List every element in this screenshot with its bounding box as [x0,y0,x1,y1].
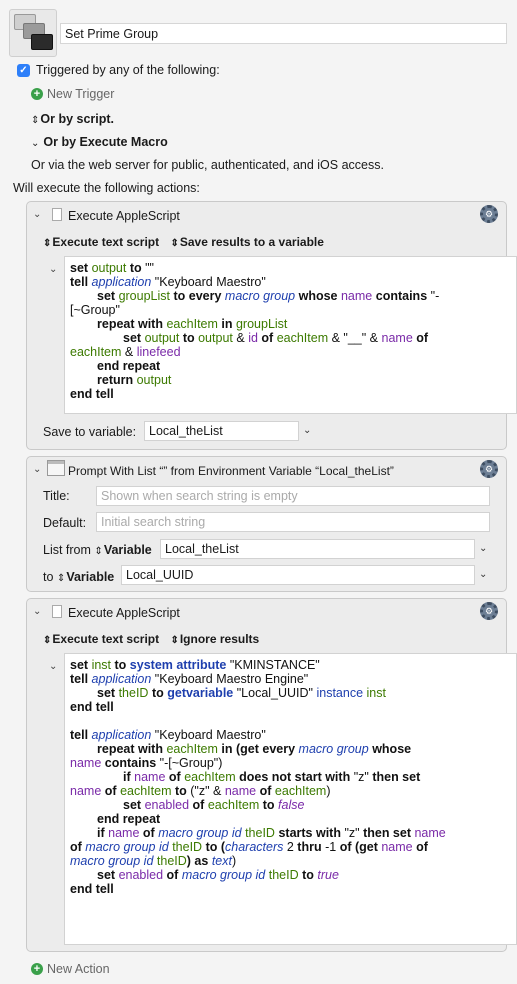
title-label: Title: [43,489,70,503]
action-execute-applescript-2: ⌄ Execute AppleScript ⚙ ⇕ Execute text sc… [26,598,517,952]
action-header: ⌄ Execute AppleScript ⚙ [27,599,506,625]
code-line: set inst to system attribute "KMINSTANCE… [70,658,320,672]
window-icon [47,460,65,476]
default-label: Default: [43,516,87,530]
code-line: tell application "Keyboard Maestro" [70,275,266,289]
triggered-label: Triggered by any of the following: [36,63,220,77]
will-execute-label: Will execute the following actions: [13,181,200,195]
code-line: end repeat [97,812,161,826]
chevron-down-icon[interactable]: ⌄ [303,425,311,436]
or-by-execute-macro-label: Or by Execute Macro [43,135,168,149]
sort-arrows-icon[interactable]: ⇕ [57,573,65,584]
code-line: set groupList to every macro group whose… [97,289,440,303]
script-editor[interactable]: set inst to system attribute "KMINSTANCE… [64,653,517,945]
code-line: end tell [70,700,114,714]
applescript-doc-icon [52,208,62,221]
new-trigger-plus-icon[interactable]: + [31,88,43,100]
default-field[interactable]: Initial search string [96,512,490,532]
save-results-popup[interactable]: ⇕ Save results to a variable [170,235,323,249]
action-options: ⇕ Execute text script ⇕ Ignore results [43,632,259,646]
code-line: tell application "Keyboard Maestro" [70,728,266,742]
sort-arrows-icon: ⇕ [170,635,178,646]
macro-name-field[interactable]: Set Prime Group [60,23,507,44]
code-line: set output to "" [70,261,154,275]
macro-icon[interactable] [9,9,57,57]
or-by-script-toggle[interactable]: ⇕ Or by script. [31,112,114,126]
sort-arrows-icon: ⇕ [43,635,51,646]
chevron-down-icon[interactable]: ⌄ [479,569,487,580]
action-header: ⌄ Prompt With List “” from Environment V… [27,457,506,483]
action-header: ⌄ Execute AppleScript ⚙ [27,202,506,228]
gear-icon[interactable]: ⚙ [480,205,498,223]
disclosure-triangle-icon[interactable]: ⌄ [33,209,41,220]
to-variable-field[interactable]: Local_UUID [121,565,475,585]
web-server-text: Or via the web server for public, authen… [31,158,384,172]
disclosure-triangle-icon[interactable]: ⌄ [33,606,41,617]
new-action-button[interactable]: New Action [47,962,110,976]
code-line: return output [97,373,172,387]
script-editor[interactable]: set output to "" tell application "Keybo… [64,256,517,414]
code-line: end repeat [97,359,161,373]
code-line: set enabled of macro group id theID to t… [97,868,339,882]
gear-icon[interactable]: ⚙ [480,460,498,478]
variable-popup[interactable]: Variable [104,543,152,557]
code-line: set output to output & id of eachItem & … [123,331,429,345]
list-from-field[interactable]: Local_theList [160,539,475,559]
action-execute-applescript-1: ⌄ Execute AppleScript ⚙ ⇕ Execute text sc… [26,201,517,450]
sort-arrows-icon: ⇕ [170,238,178,249]
code-line: tell application "Keyboard Maestro Engin… [70,672,309,686]
code-line: of macro group id theID to (characters 2… [70,840,428,854]
gear-icon[interactable]: ⚙ [480,602,498,620]
execute-text-script-popup[interactable]: ⇕ Execute text script [43,235,159,249]
code-line: set theID to getvariable "Local_UUID" in… [97,686,386,700]
code-line: macro group id theID) as text) [70,854,237,868]
or-by-execute-macro-toggle[interactable]: ⌄ Or by Execute Macro [31,135,168,149]
sort-arrows-icon: ⇕ [31,115,39,126]
list-from-row: List from ⇕ Variable [43,543,152,557]
new-action-plus-icon[interactable]: + [31,963,43,975]
sort-arrows-icon: ⇕ [43,238,51,249]
action-options: ⇕ Execute text script ⇕ Save results to a … [43,235,324,249]
code-line: set enabled of eachItem to false [123,798,305,812]
sort-arrows-icon[interactable]: ⇕ [94,546,102,557]
code-line: name contains "-[~Group") [70,756,223,770]
to-row: to ⇕ Variable [43,570,115,584]
code-line: [~Group" [70,303,120,317]
execute-text-script-popup[interactable]: ⇕ Execute text script [43,632,159,646]
code-line: if name of eachItem does not start with … [123,770,421,784]
code-line: repeat with eachItem in groupList [97,317,288,331]
code-line: repeat with eachItem in (get every macro… [97,742,412,756]
new-trigger-button[interactable]: New Trigger [47,87,114,101]
code-disclosure-icon[interactable]: ⌄ [49,661,57,672]
code-disclosure-icon[interactable]: ⌄ [49,264,57,275]
code-line: if name of macro group id theID starts w… [97,826,446,840]
variable-popup[interactable]: Variable [66,570,114,584]
code-line: name of eachItem to ("z" & name of eachI… [70,784,331,798]
title-field[interactable]: Shown when search string is empty [96,486,490,506]
code-line: end tell [70,387,114,401]
action-title: Execute AppleScript [68,606,180,620]
code-line: eachItem & linefeed [70,345,181,359]
save-to-variable-label: Save to variable: [43,425,137,439]
action-title: Execute AppleScript [68,209,180,223]
chevron-down-icon: ⌄ [31,138,40,149]
disclosure-triangle-icon[interactable]: ⌄ [33,464,41,475]
chevron-down-icon[interactable]: ⌄ [479,543,487,554]
code-line: end tell [70,882,114,896]
action-prompt-with-list: ⌄ Prompt With List “” from Environment V… [26,456,507,592]
action-title: Prompt With List “” from Environment Var… [68,464,394,478]
or-by-script-label: Or by script. [40,112,115,126]
triggered-checkbox[interactable]: ✓ [17,64,30,77]
ignore-results-popup[interactable]: ⇕ Ignore results [170,632,259,646]
save-to-variable-field[interactable]: Local_theList [144,421,299,441]
applescript-doc-icon [52,605,62,618]
